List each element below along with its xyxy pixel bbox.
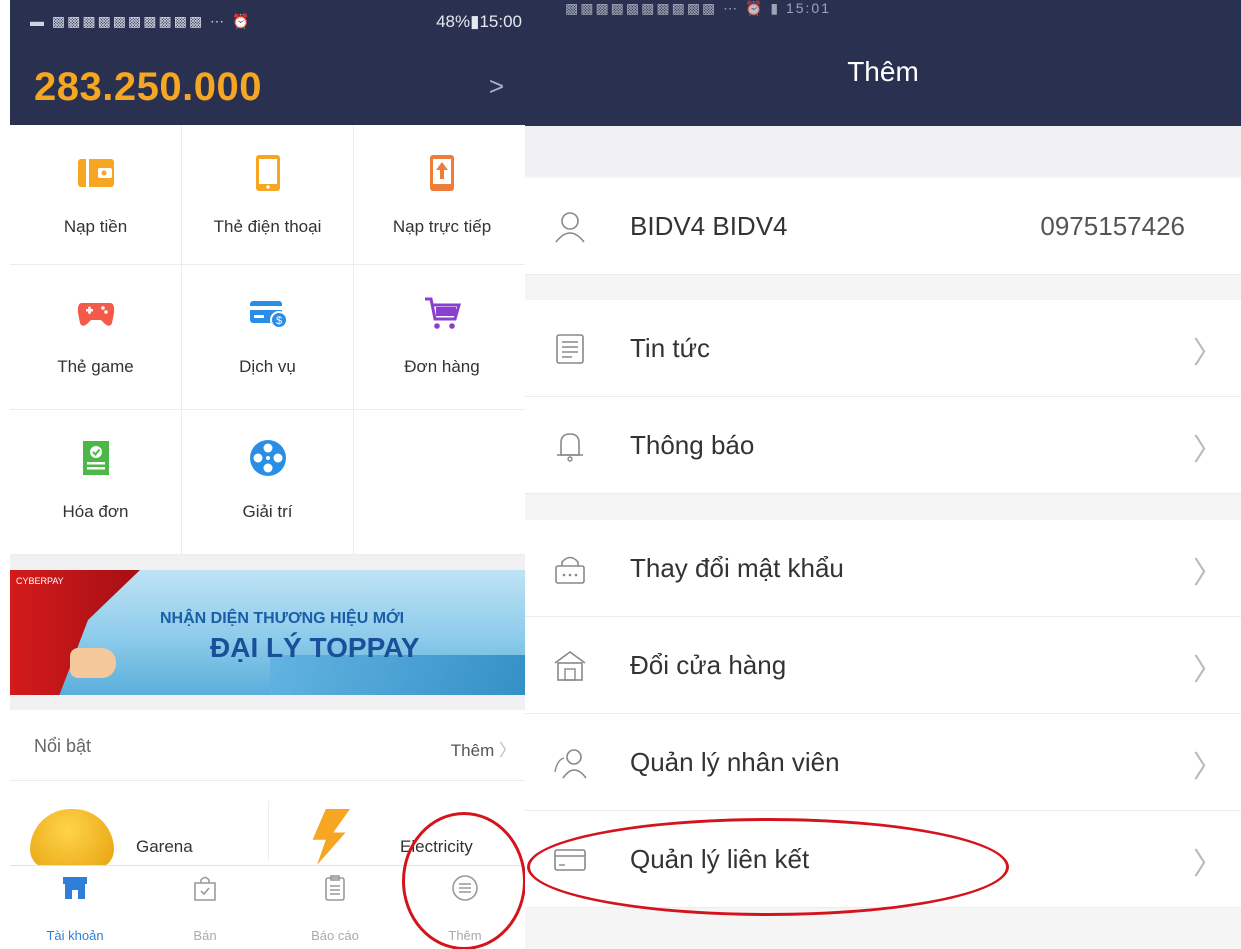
menu-item-label: Tin tức: [630, 333, 711, 363]
password-icon: [555, 556, 585, 584]
menu-item-label: Thông báo: [630, 430, 755, 460]
tab-bao-cao[interactable]: Báo cáo: [270, 866, 400, 949]
grid-item-giai-tri[interactable]: Giải trí: [182, 410, 354, 555]
grid-item-label: Nạp trực tiếp: [392, 217, 492, 236]
profile-phone: 0975157426: [1040, 211, 1185, 241]
grid-item-nap-tien[interactable]: Nạp tiền: [10, 125, 182, 265]
service-grid: Nạp tiền Thẻ điện thoại Nạp trực tiếp Th…: [10, 125, 530, 555]
balance-header[interactable]: 283.250.000 >: [10, 45, 530, 125]
chevron-right-icon: 〉: [1193, 654, 1223, 687]
staff-icon: [554, 749, 587, 779]
grid-item-nap-truc-tiep[interactable]: Nạp trực tiếp: [354, 125, 530, 265]
page-title: Thêm: [847, 56, 919, 87]
profile-name: BIDV4 BIDV4: [630, 211, 788, 241]
grid-item-label: Thẻ game: [57, 357, 134, 376]
news-icon: [556, 334, 584, 364]
chevron-right-icon: 〉: [1193, 751, 1223, 784]
grid-item-hoa-don[interactable]: Hóa đơn: [10, 410, 182, 555]
menu-item-label: Thay đổi mật khẩu: [630, 553, 844, 583]
tab-tai-khoan[interactable]: Tài khoản: [10, 866, 140, 949]
grid-item-don-hang[interactable]: Đơn hàng: [354, 265, 530, 410]
storefront-icon: [554, 651, 586, 681]
page-header: Thêm: [525, 32, 1241, 126]
phone-card-icon: [255, 155, 280, 191]
menu-item-doi-cua-hang[interactable]: Đổi cửa hàng 〉: [525, 617, 1241, 714]
menu-item-label: Đổi cửa hàng: [630, 650, 787, 680]
grid-item-label: Nạp tiền: [63, 217, 128, 236]
divider: [268, 801, 269, 861]
grid-item-label: Giải trí: [242, 502, 293, 521]
bell-icon: [557, 433, 583, 462]
grid-item-dich-vu[interactable]: $ Dịch vụ: [182, 265, 354, 410]
grid-empty-cell: [354, 410, 530, 555]
chevron-right-icon: 〉: [1193, 337, 1223, 370]
gamepad-icon: [77, 303, 114, 326]
menu-item-thong-bao[interactable]: Thông báo 〉: [525, 397, 1241, 494]
featured-item-electricity[interactable]: Electricity: [400, 837, 473, 857]
profile-row[interactable]: BIDV4 BIDV4 0975157426: [525, 178, 1241, 275]
service-card-icon: $: [249, 301, 288, 329]
status-bar: ▩▩▩▩▩▩▩▩▩▩ ⋯ ⏰ ▮ 15:01: [525, 0, 1241, 32]
featured-more-label: Thêm: [450, 741, 495, 760]
grid-item-the-game[interactable]: Thẻ game: [10, 265, 182, 410]
grid-item-label: Hóa đơn: [62, 502, 129, 521]
menu-item-thay-doi-mat-khau[interactable]: Thay đổi mật khẩu 〉: [525, 520, 1241, 617]
tab-them[interactable]: Thêm: [400, 866, 530, 949]
featured-more-link[interactable]: Thêm 〉: [451, 736, 516, 761]
menu-item-label: Quản lý nhân viên: [630, 747, 840, 777]
balance-amount: 283.250.000: [34, 65, 262, 109]
tab-label: Thêm: [448, 928, 482, 943]
film-reel-icon: [249, 440, 286, 476]
lightning-icon[interactable]: [312, 809, 350, 865]
banner-title: ĐẠI LÝ TOPPAY: [210, 632, 420, 663]
divider: [10, 695, 530, 710]
chevron-right-icon: 〉: [1193, 557, 1223, 590]
bill-icon: [82, 441, 109, 475]
chevron-right-icon: 〉: [1193, 848, 1223, 881]
menu-item-tin-tuc[interactable]: Tin tức 〉: [525, 300, 1241, 397]
menu-item-quan-ly-nhan-vien[interactable]: Quản lý nhân viên 〉: [525, 714, 1241, 811]
chevron-right-icon[interactable]: >: [489, 71, 504, 102]
featured-header: Nổi bật Thêm 〉: [10, 710, 530, 781]
featured-items: Garena Electricity: [10, 781, 530, 869]
cart-icon: [425, 297, 461, 329]
banner-headline: NHẬN DIỆN THƯƠNG HIỆU MỚI: [160, 610, 405, 627]
wallet-icon: [77, 159, 114, 187]
status-right: 48%▮15:00: [436, 12, 522, 31]
menu-circle-icon: [452, 875, 478, 901]
chevron-right-icon: 〉: [1193, 434, 1223, 467]
tab-label: Tài khoản: [46, 928, 104, 943]
divider: [10, 555, 530, 570]
right-phone-screen: ▩▩▩▩▩▩▩▩▩▩ ⋯ ⏰ ▮ 15:01 Thêm BIDV4 BIDV4 …: [525, 0, 1241, 949]
phone-topup-icon: [430, 155, 454, 191]
svg-text:$: $: [275, 315, 281, 327]
chevron-right-icon: 〉: [499, 741, 516, 760]
garena-logo[interactable]: [30, 809, 114, 869]
thumbs-up-graphic: [70, 648, 116, 678]
menu-item-quan-ly-lien-ket[interactable]: Quản lý liên kết 〉: [525, 811, 1241, 908]
tab-label: Bán: [193, 928, 217, 943]
grid-item-label: Thẻ điện thoại: [213, 217, 322, 236]
tab-label: Báo cáo: [311, 928, 359, 943]
clipboard-icon: [325, 875, 345, 901]
featured-item-garena[interactable]: Garena: [136, 837, 193, 857]
banner-logo: CYBERPAY: [16, 576, 64, 586]
grid-item-label: Dịch vụ: [239, 357, 296, 376]
grid-item-label: Đơn hàng: [404, 357, 480, 376]
bottom-tab-bar: Tài khoản Bán Báo cáo Thêm: [10, 865, 530, 949]
user-icon: [555, 212, 585, 243]
featured-title: Nổi bật: [34, 736, 92, 756]
notification-icons: ▩▩▩▩▩▩▩▩▩▩ ⋯ ⏰ ▮ 15:01: [565, 0, 832, 16]
left-phone-screen: ▬ ▩▩▩▩▩▩▩▩▩▩ ⋯ ⏰ 48%▮15:00 283.250.000 >…: [0, 0, 540, 949]
shopping-bag-icon: [194, 876, 216, 901]
menu-item-label: Quản lý liên kết: [630, 844, 810, 874]
header-pattern: [525, 126, 1241, 176]
linked-card-icon: [554, 849, 586, 871]
store-icon: [63, 877, 87, 899]
promo-banner[interactable]: CYBERPAY NHẬN DIỆN THƯƠNG HIỆU MỚI ĐẠI L…: [10, 570, 530, 695]
status-bar: ▬ ▩▩▩▩▩▩▩▩▩▩ ⋯ ⏰ 48%▮15:00: [10, 0, 530, 45]
grid-item-the-dien-thoai[interactable]: Thẻ điện thoại: [182, 125, 354, 265]
notification-icons: ▬ ▩▩▩▩▩▩▩▩▩▩ ⋯ ⏰: [30, 13, 252, 29]
tab-ban[interactable]: Bán: [140, 866, 270, 949]
